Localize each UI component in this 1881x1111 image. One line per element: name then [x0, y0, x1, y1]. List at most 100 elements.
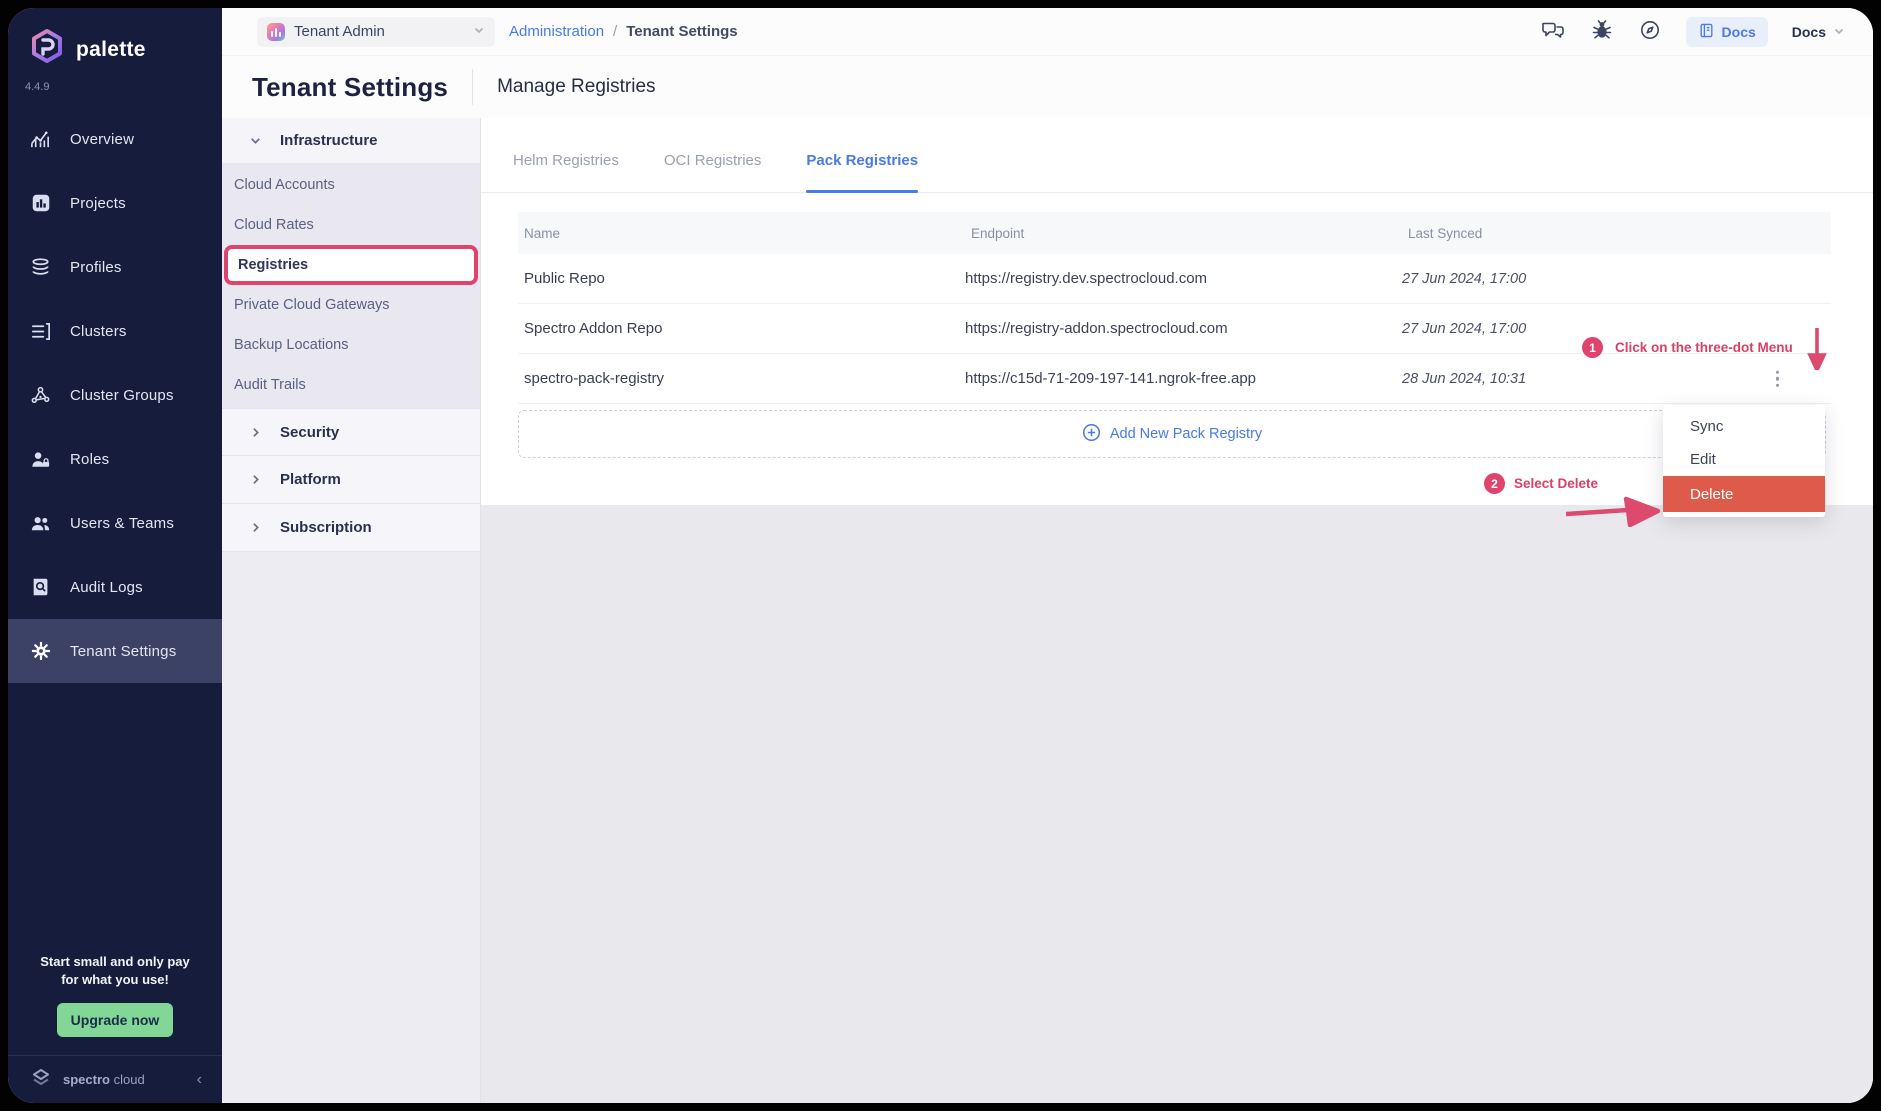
settings-subnav: Infrastructure Cloud Accounts Cloud Rate… — [222, 118, 481, 1103]
sidebar-item-tenant-settings[interactable]: Tenant Settings — [8, 619, 222, 683]
page-subtitle: Manage Registries — [497, 76, 655, 98]
registry-endpoint: https://c15d-71-209-197-141.ngrok-free.a… — [965, 370, 1402, 387]
docs-dropdown[interactable]: Docs — [1792, 24, 1845, 40]
context-menu-sync[interactable]: Sync — [1663, 410, 1825, 443]
table-row[interactable]: spectro-pack-registry https://c15d-71-20… — [518, 354, 1831, 404]
annotation-step1-label: Click on the three-dot Menu — [1615, 340, 1793, 355]
palette-logo-icon — [28, 28, 66, 71]
subnav-section-label: Subscription — [280, 519, 372, 536]
projects-icon — [29, 192, 52, 215]
sidebar-spacer — [8, 683, 222, 953]
table-header-row: Name Endpoint Last Synced — [518, 212, 1831, 254]
registry-endpoint: https://registry.dev.spectrocloud.com — [965, 270, 1402, 287]
topbar-actions: Docs Docs — [1540, 17, 1845, 47]
registry-name: spectro-pack-registry — [518, 370, 965, 387]
subnav-item-cloud-accounts[interactable]: Cloud Accounts — [222, 165, 480, 205]
upgrade-text-line1: Start small and only pay — [22, 953, 208, 971]
add-new-pack-registry-button[interactable]: Add New Pack Registry — [1082, 423, 1262, 446]
context-menu-delete[interactable]: Delete — [1663, 476, 1825, 512]
infrastructure-items: Cloud Accounts Cloud Rates Registries Pr… — [222, 163, 480, 408]
subnav-item-backup-locations[interactable]: Backup Locations — [222, 325, 480, 365]
bug-icon — [1590, 18, 1614, 45]
sidebar-item-label: Users & Teams — [70, 515, 174, 532]
clusters-list-icon — [29, 320, 52, 343]
upgrade-now-button[interactable]: Upgrade now — [57, 1003, 173, 1037]
docs-button[interactable]: Docs — [1686, 17, 1768, 47]
node-graph-icon — [29, 384, 52, 407]
subnav-item-cloud-rates[interactable]: Cloud Rates — [222, 205, 480, 245]
registry-name: Public Repo — [518, 270, 965, 287]
tab-helm-registries[interactable]: Helm Registries — [513, 152, 619, 192]
registry-last-synced: 27 Jun 2024, 17:00 — [1402, 271, 1762, 287]
subnav-section-security[interactable]: Security — [222, 408, 480, 456]
chevron-down-icon — [249, 134, 262, 147]
sidebar-item-audit-logs[interactable]: Audit Logs — [8, 555, 222, 619]
subnav-section-infrastructure[interactable]: Infrastructure — [222, 118, 480, 163]
sidebar-item-roles[interactable]: Roles — [8, 427, 222, 491]
gear-icon — [29, 640, 52, 663]
page-title: Tenant Settings — [252, 72, 448, 103]
col-header-name: Name — [518, 226, 965, 241]
top-bar: Tenant Admin Administration / Tenant Set… — [222, 8, 1873, 56]
plus-circle-icon — [1082, 423, 1101, 446]
scope-selector[interactable]: Tenant Admin — [257, 17, 495, 47]
sidebar-item-label: Roles — [70, 451, 109, 468]
collapse-sidebar-chevron-icon[interactable]: ‹ — [197, 1071, 202, 1089]
brand-name: palette — [76, 38, 146, 62]
tab-pack-registries[interactable]: Pack Registries — [806, 152, 918, 192]
tab-oci-registries[interactable]: OCI Registries — [664, 152, 762, 192]
add-button-label: Add New Pack Registry — [1110, 426, 1262, 442]
registry-tabs: Helm Registries OCI Registries Pack Regi… — [481, 118, 1873, 193]
chevron-down-icon — [1833, 24, 1845, 40]
app-version: 4.4.9 — [25, 81, 222, 93]
scope-selector-label: Tenant Admin — [294, 23, 385, 40]
pack-registries-table: Name Endpoint Last Synced Public Repo ht… — [518, 212, 1831, 404]
subnav-item-audit-trails[interactable]: Audit Trails — [222, 365, 480, 405]
sidebar-item-projects[interactable]: Projects — [8, 171, 222, 235]
sidebar-footer: spectro cloud ‹ — [8, 1055, 222, 1103]
sidebar-item-overview[interactable]: Overview — [8, 107, 222, 171]
subnav-section-label: Security — [280, 424, 339, 441]
subnav-item-registries[interactable]: Registries — [224, 245, 478, 285]
help-compass-button[interactable] — [1638, 18, 1662, 45]
registries-content: Helm Registries OCI Registries Pack Regi… — [481, 118, 1873, 1103]
sidebar-item-label: Cluster Groups — [70, 387, 174, 404]
tenant-admin-icon — [267, 23, 285, 41]
sidebar-item-profiles[interactable]: Profiles — [8, 235, 222, 299]
breadcrumb-administration-link[interactable]: Administration — [509, 23, 604, 40]
chevron-right-icon — [249, 521, 262, 534]
docs-dropdown-label: Docs — [1792, 24, 1826, 40]
subnav-section-subscription[interactable]: Subscription — [222, 504, 480, 552]
annotation-arrow-down-icon — [1807, 328, 1827, 370]
brand-logo: palette — [8, 8, 222, 71]
layers-stack-icon — [29, 256, 52, 279]
sidebar-item-label: Overview — [70, 131, 134, 148]
sidebar-item-clusters[interactable]: Clusters — [8, 299, 222, 363]
overview-chart-icon — [29, 128, 52, 151]
sidebar-item-label: Audit Logs — [70, 579, 143, 596]
add-registry-dropzone: Add New Pack Registry — [518, 410, 1826, 458]
registry-name: Spectro Addon Repo — [518, 320, 965, 337]
subnav-section-platform[interactable]: Platform — [222, 456, 480, 504]
row-context-menu: Sync Edit Delete — [1663, 405, 1825, 517]
col-header-endpoint: Endpoint — [965, 226, 1402, 241]
sidebar-nav: Overview Projects — [8, 107, 222, 683]
report-bug-button[interactable] — [1590, 18, 1614, 45]
spectro-cloud-logo-icon — [28, 1064, 54, 1095]
feedback-chat-button[interactable] — [1540, 18, 1566, 45]
annotation-step2-label: Select Delete — [1514, 476, 1598, 491]
table-row[interactable]: Public Repo https://registry.dev.spectro… — [518, 254, 1831, 304]
subnav-item-private-cloud-gateways[interactable]: Private Cloud Gateways — [222, 285, 480, 325]
registry-last-synced: 28 Jun 2024, 10:31 — [1402, 371, 1762, 387]
page-header: Tenant Settings Manage Registries — [222, 56, 1873, 118]
compass-icon — [1638, 18, 1662, 45]
sidebar-item-users-teams[interactable]: Users & Teams — [8, 491, 222, 555]
app-window: palette 4.4.9 Overview — [8, 8, 1873, 1103]
chevron-right-icon — [249, 426, 262, 439]
annotation-step2-badge: 2 — [1484, 473, 1505, 494]
annotation-step1-badge: 1 — [1582, 337, 1603, 358]
sidebar-item-cluster-groups[interactable]: Cluster Groups — [8, 363, 222, 427]
context-menu-edit[interactable]: Edit — [1663, 443, 1825, 476]
sidebar-item-label: Tenant Settings — [70, 643, 176, 660]
three-dot-menu-icon[interactable] — [1772, 366, 1784, 391]
